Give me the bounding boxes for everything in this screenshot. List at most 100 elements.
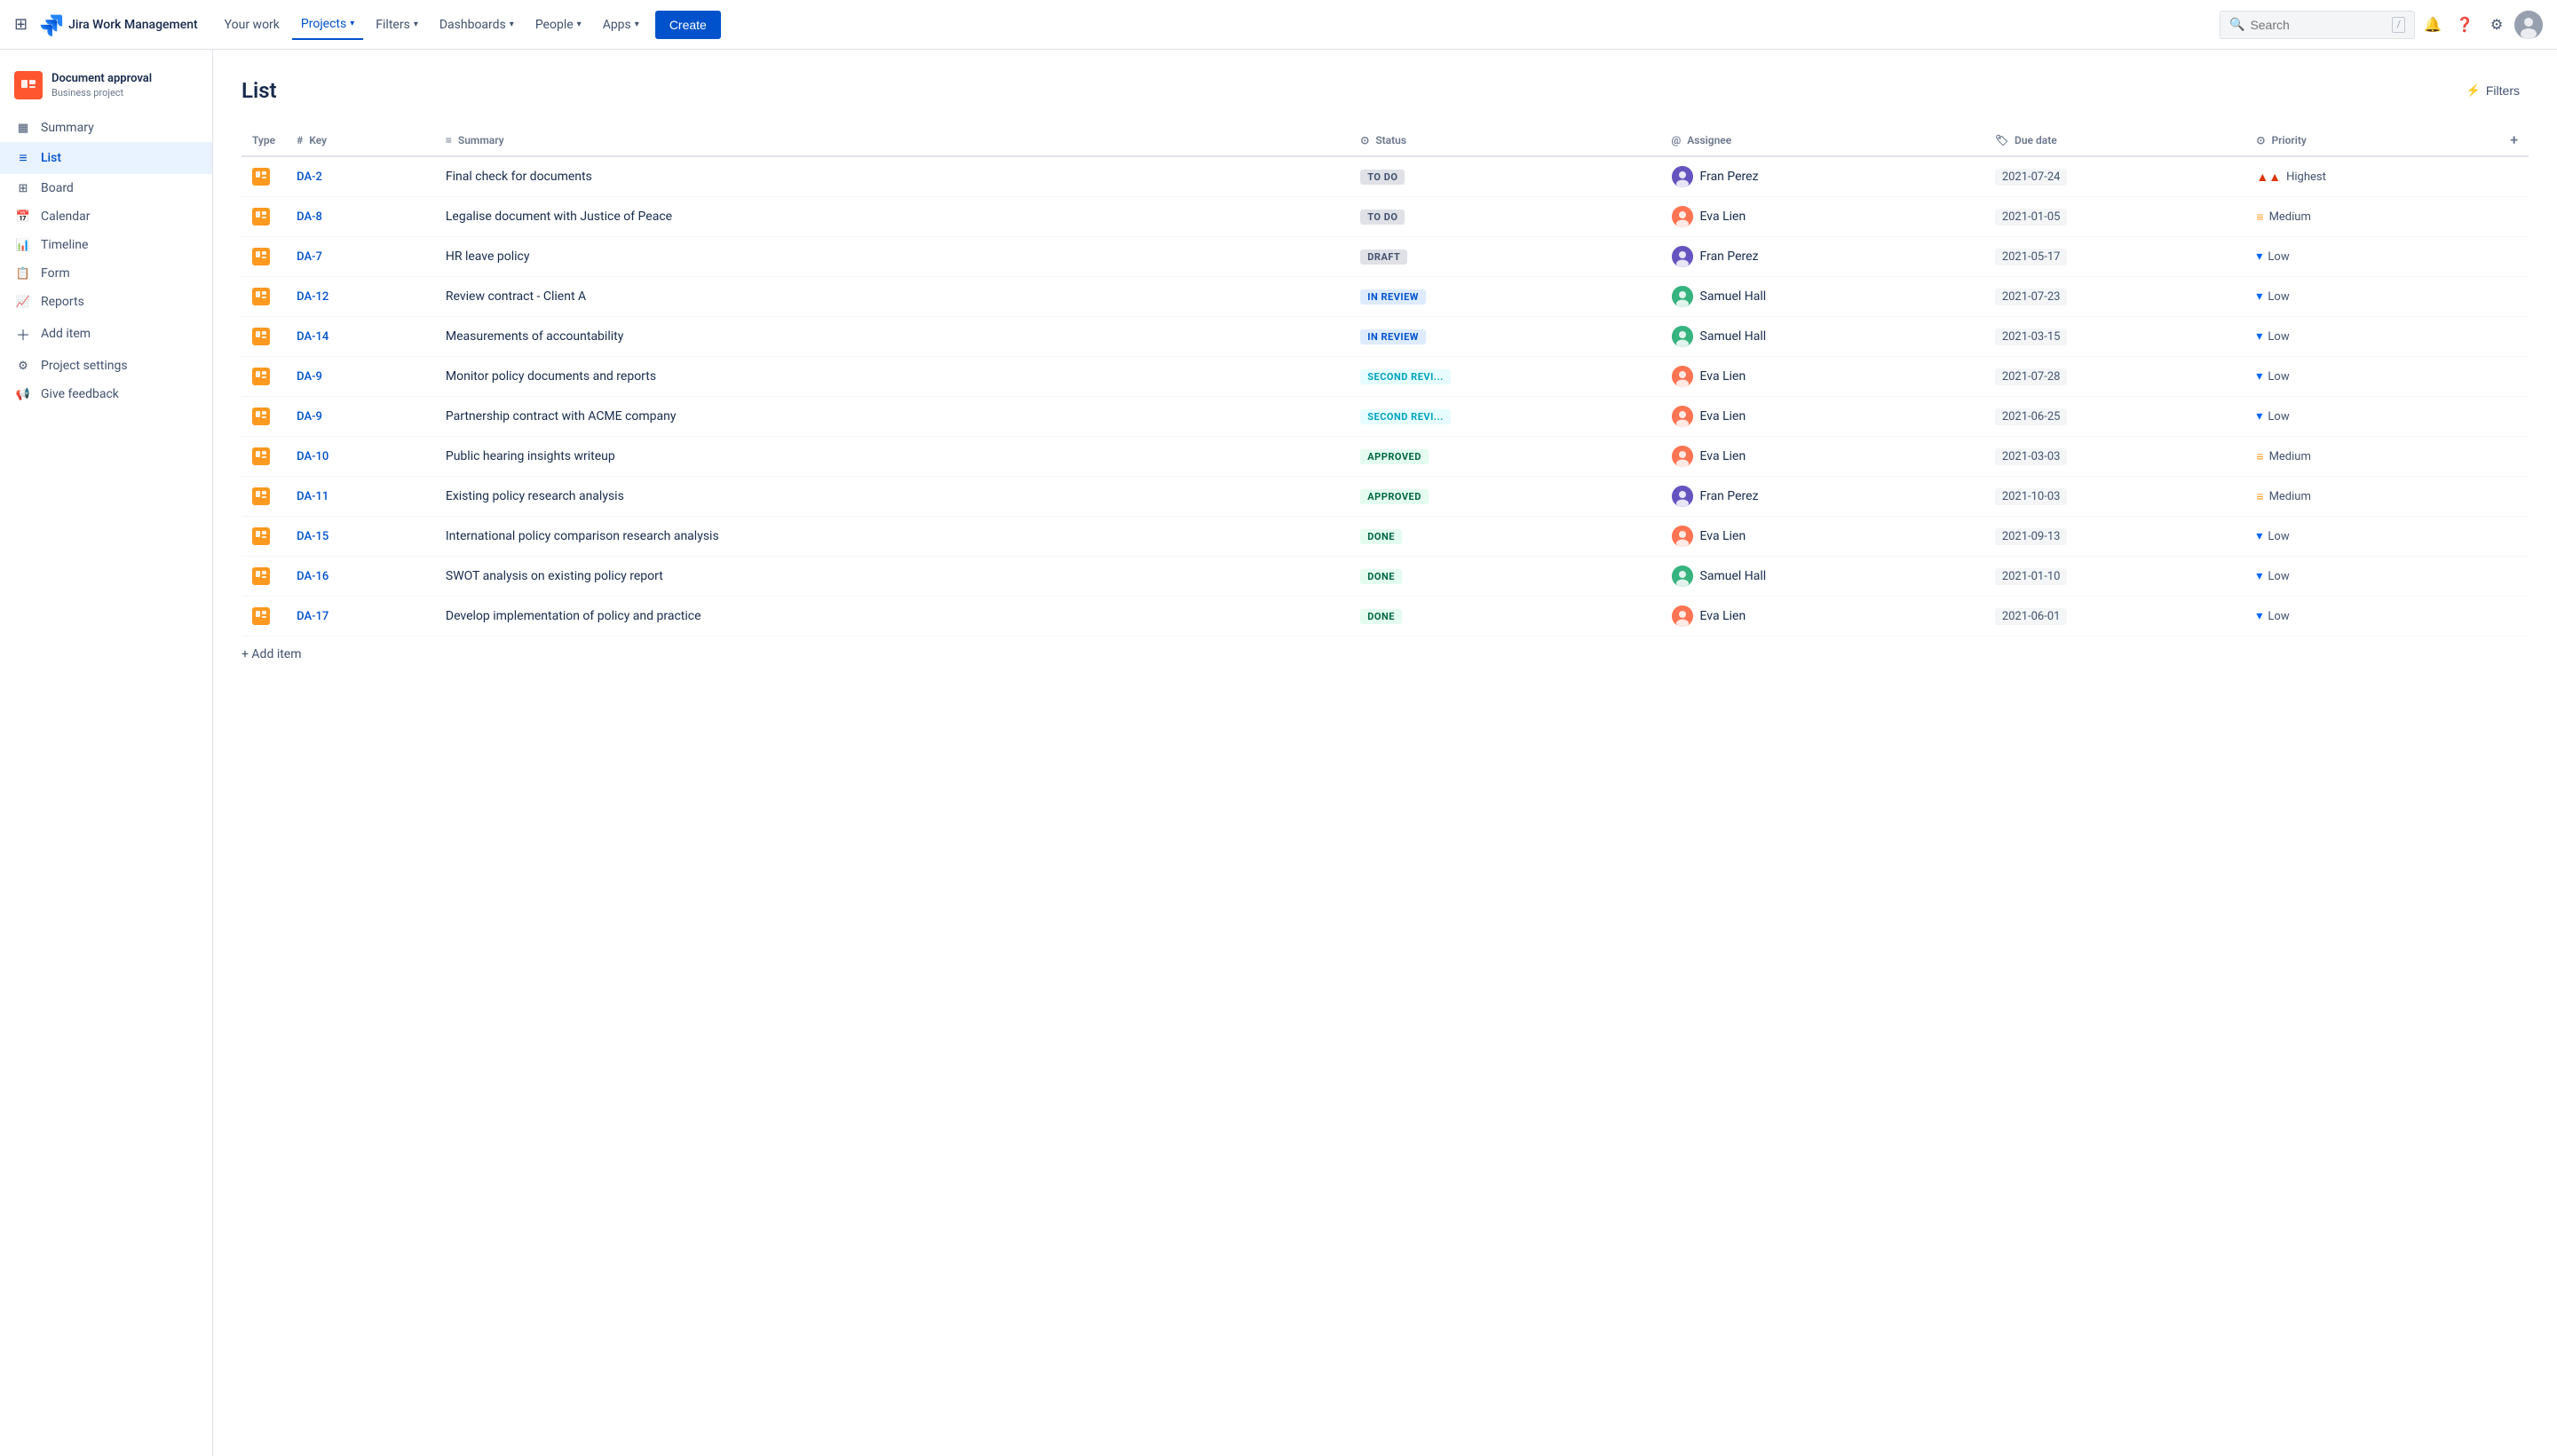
cell-assignee[interactable]: Eva Lien bbox=[1661, 437, 1984, 477]
cell-priority[interactable]: ▾ Low bbox=[2245, 317, 2499, 357]
settings-button[interactable]: ⚙ bbox=[2482, 11, 2511, 39]
cell-key[interactable]: DA-14 bbox=[286, 317, 435, 357]
sidebar-item-calendar[interactable]: 📅 Calendar bbox=[0, 202, 212, 231]
user-avatar[interactable] bbox=[2514, 11, 2543, 39]
cell-priority[interactable]: ≡ Medium bbox=[2245, 437, 2499, 477]
cell-summary[interactable]: Review contract - Client A bbox=[435, 277, 1350, 317]
cell-assignee[interactable]: Fran Perez bbox=[1661, 156, 1984, 197]
cell-summary[interactable]: Final check for documents bbox=[435, 156, 1350, 197]
col-type[interactable]: Type bbox=[241, 124, 286, 156]
col-assignee[interactable]: @Assignee bbox=[1661, 124, 1984, 156]
col-status[interactable]: ⊙Status bbox=[1350, 124, 1660, 156]
cell-status[interactable]: DONE bbox=[1350, 557, 1660, 597]
table-row[interactable]: DA-11 Existing policy research analysis … bbox=[241, 477, 2529, 517]
cell-assignee[interactable]: Fran Perez bbox=[1661, 477, 1984, 517]
sidebar-item-add-item[interactable]: ＋ Add item bbox=[0, 316, 212, 352]
cell-priority[interactable]: ▾ Low bbox=[2245, 277, 2499, 317]
table-row[interactable]: DA-9 Partnership contract with ACME comp… bbox=[241, 397, 2529, 437]
table-row[interactable]: DA-16 SWOT analysis on existing policy r… bbox=[241, 557, 2529, 597]
search-bar[interactable]: 🔍 / bbox=[2220, 11, 2415, 39]
col-add[interactable]: + bbox=[2499, 124, 2529, 156]
cell-status[interactable]: APPROVED bbox=[1350, 437, 1660, 477]
add-column-icon[interactable]: + bbox=[2510, 131, 2518, 148]
cell-assignee[interactable]: Eva Lien bbox=[1661, 397, 1984, 437]
table-row[interactable]: DA-7 HR leave policy DRAFT Fran Perez 20… bbox=[241, 237, 2529, 277]
cell-assignee[interactable]: Eva Lien bbox=[1661, 197, 1984, 237]
cell-assignee[interactable]: Samuel Hall bbox=[1661, 317, 1984, 357]
filters-button[interactable]: ⚡ Filters bbox=[2458, 78, 2529, 103]
cell-status[interactable]: TO DO bbox=[1350, 197, 1660, 237]
help-button[interactable]: ❓ bbox=[2450, 11, 2479, 39]
nav-filters[interactable]: Filters ▾ bbox=[367, 11, 427, 39]
notifications-button[interactable]: 🔔 bbox=[2418, 11, 2447, 39]
sidebar-item-project-settings[interactable]: ⚙ Project settings bbox=[0, 352, 212, 380]
sidebar-item-give-feedback[interactable]: 📢 Give feedback bbox=[0, 380, 212, 408]
table-row[interactable]: DA-15 International policy comparison re… bbox=[241, 517, 2529, 557]
table-row[interactable]: DA-17 Develop implementation of policy a… bbox=[241, 597, 2529, 637]
cell-summary[interactable]: SWOT analysis on existing policy report bbox=[435, 557, 1350, 597]
table-row[interactable]: DA-2 Final check for documents TO DO Fra… bbox=[241, 156, 2529, 197]
cell-key[interactable]: DA-16 bbox=[286, 557, 435, 597]
cell-priority[interactable]: ▾ Low bbox=[2245, 237, 2499, 277]
grid-icon[interactable]: ⊞ bbox=[14, 15, 28, 34]
cell-summary[interactable]: Legalise document with Justice of Peace bbox=[435, 197, 1350, 237]
table-row[interactable]: DA-9 Monitor policy documents and report… bbox=[241, 357, 2529, 397]
cell-status[interactable]: DRAFT bbox=[1350, 237, 1660, 277]
nav-dashboards[interactable]: Dashboards ▾ bbox=[431, 11, 523, 39]
cell-status[interactable]: IN REVIEW bbox=[1350, 277, 1660, 317]
nav-your-work[interactable]: Your work bbox=[216, 11, 289, 39]
cell-priority[interactable]: ≡ Medium bbox=[2245, 477, 2499, 517]
cell-key[interactable]: DA-2 bbox=[286, 156, 435, 197]
cell-status[interactable]: APPROVED bbox=[1350, 477, 1660, 517]
cell-status[interactable]: DONE bbox=[1350, 517, 1660, 557]
cell-status[interactable]: SECOND REVI... bbox=[1350, 357, 1660, 397]
add-item-row[interactable]: + Add item bbox=[241, 637, 2529, 661]
sidebar-item-form[interactable]: 📋 Form bbox=[0, 259, 212, 288]
cell-key[interactable]: DA-12 bbox=[286, 277, 435, 317]
logo[interactable]: Jira Work Management bbox=[38, 12, 198, 37]
nav-people[interactable]: People ▾ bbox=[526, 11, 590, 39]
cell-priority[interactable]: ▾ Low bbox=[2245, 517, 2499, 557]
nav-projects[interactable]: Projects ▾ bbox=[292, 10, 363, 40]
table-row[interactable]: DA-10 Public hearing insights writeup AP… bbox=[241, 437, 2529, 477]
cell-status[interactable]: DONE bbox=[1350, 597, 1660, 637]
cell-summary[interactable]: Partnership contract with ACME company bbox=[435, 397, 1350, 437]
sidebar-item-summary[interactable]: ▦ Summary bbox=[0, 114, 212, 142]
cell-priority[interactable]: ▾ Low bbox=[2245, 357, 2499, 397]
cell-summary[interactable]: Existing policy research analysis bbox=[435, 477, 1350, 517]
cell-key[interactable]: DA-11 bbox=[286, 477, 435, 517]
cell-key[interactable]: DA-8 bbox=[286, 197, 435, 237]
sidebar-item-list[interactable]: ≡ List bbox=[0, 142, 212, 174]
col-key[interactable]: #Key bbox=[286, 124, 435, 156]
cell-summary[interactable]: International policy comparison research… bbox=[435, 517, 1350, 557]
cell-priority[interactable]: ▲▲ Highest bbox=[2245, 156, 2499, 197]
cell-summary[interactable]: Monitor policy documents and reports bbox=[435, 357, 1350, 397]
table-row[interactable]: DA-12 Review contract - Client A IN REVI… bbox=[241, 277, 2529, 317]
table-row[interactable]: DA-14 Measurements of accountability IN … bbox=[241, 317, 2529, 357]
nav-apps[interactable]: Apps ▾ bbox=[594, 11, 648, 39]
cell-assignee[interactable]: Samuel Hall bbox=[1661, 277, 1984, 317]
cell-assignee[interactable]: Samuel Hall bbox=[1661, 557, 1984, 597]
cell-priority[interactable]: ▾ Low bbox=[2245, 557, 2499, 597]
cell-summary[interactable]: Public hearing insights writeup bbox=[435, 437, 1350, 477]
sidebar-item-reports[interactable]: 📈 Reports bbox=[0, 288, 212, 316]
cell-summary[interactable]: HR leave policy bbox=[435, 237, 1350, 277]
cell-priority[interactable]: ▾ Low bbox=[2245, 597, 2499, 637]
search-input[interactable] bbox=[2250, 18, 2387, 32]
col-summary[interactable]: ≡Summary bbox=[435, 124, 1350, 156]
cell-key[interactable]: DA-10 bbox=[286, 437, 435, 477]
cell-key[interactable]: DA-7 bbox=[286, 237, 435, 277]
cell-priority[interactable]: ≡ Medium bbox=[2245, 197, 2499, 237]
cell-priority[interactable]: ▾ Low bbox=[2245, 397, 2499, 437]
cell-key[interactable]: DA-15 bbox=[286, 517, 435, 557]
col-priority[interactable]: ⊙Priority bbox=[2245, 124, 2499, 156]
cell-status[interactable]: TO DO bbox=[1350, 156, 1660, 197]
cell-status[interactable]: IN REVIEW bbox=[1350, 317, 1660, 357]
cell-assignee[interactable]: Eva Lien bbox=[1661, 357, 1984, 397]
cell-status[interactable]: SECOND REVI... bbox=[1350, 397, 1660, 437]
cell-key[interactable]: DA-17 bbox=[286, 597, 435, 637]
cell-summary[interactable]: Develop implementation of policy and pra… bbox=[435, 597, 1350, 637]
cell-assignee[interactable]: Fran Perez bbox=[1661, 237, 1984, 277]
sidebar-item-board[interactable]: ⊞ Board bbox=[0, 174, 212, 202]
cell-key[interactable]: DA-9 bbox=[286, 397, 435, 437]
